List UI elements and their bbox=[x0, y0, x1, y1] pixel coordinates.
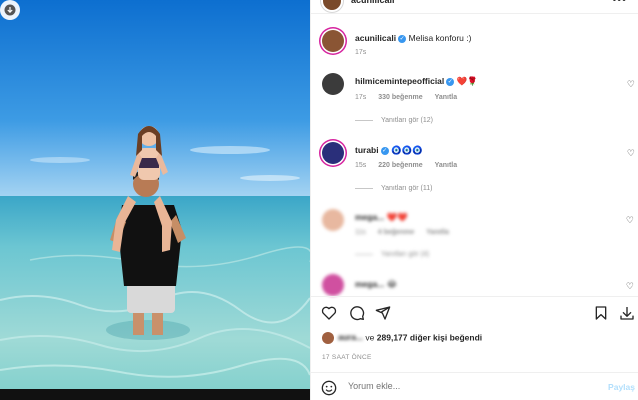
comment-1-avatar[interactable] bbox=[322, 73, 344, 95]
photo-bottom-strip bbox=[0, 389, 310, 400]
comment-2: turabi ✓ 🧿🧿🧿 ♡ 15s 220 beğenme Yanıtla Ya… bbox=[311, 142, 638, 202]
comment-2-like-icon[interactable]: ♡ bbox=[627, 148, 635, 159]
liker-avatar[interactable] bbox=[322, 332, 334, 344]
comment-3-like-icon[interactable]: ♡ bbox=[626, 215, 634, 226]
comment-1-like-icon[interactable]: ♡ bbox=[627, 79, 635, 90]
comment-icon[interactable] bbox=[349, 305, 365, 321]
comment-2-likes[interactable]: 220 beğenme bbox=[378, 162, 422, 169]
comment-2-avatar[interactable] bbox=[322, 142, 344, 164]
post-panel: acunilicali ••• acunilicali ✓ Melisa konf… bbox=[310, 0, 638, 400]
comment-3-reply-button[interactable]: Yanıtla bbox=[426, 229, 449, 236]
comment-2-view-replies[interactable]: Yanıtları gör (11) bbox=[355, 185, 433, 192]
comment-1-replies-label[interactable]: Yanıtları gör (12) bbox=[381, 117, 433, 124]
caption-username[interactable]: acunilicali bbox=[355, 33, 396, 43]
author-username[interactable]: acunilicali bbox=[351, 0, 395, 5]
beach-photo bbox=[0, 0, 310, 400]
comment-2-username[interactable]: turabi bbox=[355, 145, 379, 155]
post-photo bbox=[0, 0, 310, 400]
download-icon bbox=[4, 4, 16, 16]
share-icon[interactable] bbox=[375, 305, 391, 321]
comment-1-text: ❤️🌹 bbox=[456, 76, 478, 86]
caption-text: Melisa konforu :) bbox=[408, 33, 472, 43]
comment-1-likes[interactable]: 330 beğenme bbox=[378, 94, 422, 101]
comment-1-time: 17s bbox=[355, 94, 367, 101]
more-options-icon[interactable]: ••• bbox=[612, 0, 627, 6]
comment-1-line: hilmicemintepeofficial ✓ ❤️🌹 bbox=[355, 76, 478, 87]
comment-4: mega... 😂 bbox=[311, 274, 638, 296]
likes-suffix[interactable]: diğer kişi beğendi bbox=[410, 332, 482, 342]
like-icon[interactable] bbox=[321, 305, 337, 321]
comment-3-likes[interactable]: 4 beğenme bbox=[378, 229, 415, 236]
likes-count[interactable]: 289,177 bbox=[377, 332, 408, 342]
liker-username[interactable]: aura... bbox=[338, 332, 363, 342]
comment-3-username[interactable]: mega... bbox=[355, 212, 384, 222]
action-bar bbox=[311, 296, 638, 326]
comment-1-username[interactable]: hilmicemintepeofficial bbox=[355, 76, 444, 86]
comment-3-view-replies[interactable]: Yanıtları gör (4) bbox=[355, 251, 429, 258]
comment-1-reply-button[interactable]: Yanıtla bbox=[435, 94, 458, 101]
comment-4-avatar[interactable] bbox=[322, 274, 344, 296]
comment-input[interactable] bbox=[348, 381, 588, 391]
save-icon[interactable] bbox=[593, 305, 609, 321]
comment-2-line: turabi ✓ 🧿🧿🧿 bbox=[355, 145, 423, 156]
likes-summary: aura... ve 289,177 diğer kişi beğendi bbox=[322, 332, 482, 344]
verified-badge-icon: ✓ bbox=[398, 34, 407, 43]
comment-composer: Paylaş bbox=[311, 372, 638, 400]
comment-1-meta: 17s 330 beğenme Yanıtla bbox=[355, 94, 467, 101]
comment-3-avatar[interactable] bbox=[322, 209, 344, 231]
comment-2-replies-label[interactable]: Yanıtları gör (11) bbox=[381, 185, 433, 192]
caption-time: 17s bbox=[355, 49, 367, 56]
comment-3: mega... ❤️❤️ 11s 4 beğenme Yanıtla Yanıt… bbox=[311, 209, 638, 269]
download-button[interactable] bbox=[0, 0, 20, 20]
emoji-icon[interactable] bbox=[321, 380, 337, 396]
author-avatar[interactable] bbox=[321, 0, 343, 12]
comment-3-replies-label[interactable]: Yanıtları gör (4) bbox=[381, 251, 429, 258]
download-icon[interactable] bbox=[619, 305, 635, 321]
likes-connector: ve bbox=[365, 332, 375, 343]
caption-meta: 17s bbox=[355, 49, 376, 56]
comment-1: hilmicemintepeofficial ✓ ❤️🌹 ♡ 17s 330 be… bbox=[311, 73, 638, 133]
comment-4-like-icon[interactable]: ♡ bbox=[626, 281, 634, 292]
comment-4-username[interactable]: mega... bbox=[355, 279, 384, 289]
caption-avatar[interactable] bbox=[322, 30, 344, 52]
comment-1-view-replies[interactable]: Yanıtları gör (12) bbox=[355, 117, 433, 124]
comment-4-text: 😂 bbox=[386, 279, 397, 289]
comment-3-time: 11s bbox=[355, 229, 366, 236]
post-timestamp: 17 SAAT ÖNCE bbox=[322, 354, 372, 361]
comment-2-reply-button[interactable]: Yanıtla bbox=[435, 162, 458, 169]
comment-3-meta: 11s 4 beğenme Yanıtla bbox=[355, 229, 459, 236]
replies-divider bbox=[355, 187, 373, 189]
caption-row: acunilicali ✓ Melisa konforu :) 17s bbox=[311, 30, 638, 60]
replies-divider bbox=[355, 253, 373, 255]
verified-badge-icon: ✓ bbox=[380, 146, 389, 155]
comment-3-text: ❤️❤️ bbox=[386, 212, 408, 222]
caption-line: acunilicali ✓ Melisa konforu :) bbox=[355, 33, 471, 43]
verified-badge-icon: ✓ bbox=[446, 77, 455, 86]
post-header: acunilicali ••• bbox=[311, 0, 638, 14]
post-comment-button[interactable]: Paylaş bbox=[608, 382, 635, 392]
comment-4-line: mega... 😂 bbox=[355, 279, 397, 290]
comment-2-time: 15s bbox=[355, 162, 367, 169]
comment-3-line: mega... ❤️❤️ bbox=[355, 212, 408, 223]
comment-2-text: 🧿🧿🧿 bbox=[391, 145, 423, 155]
replies-divider bbox=[355, 119, 373, 121]
comment-2-meta: 15s 220 beğenme Yanıtla bbox=[355, 162, 467, 169]
